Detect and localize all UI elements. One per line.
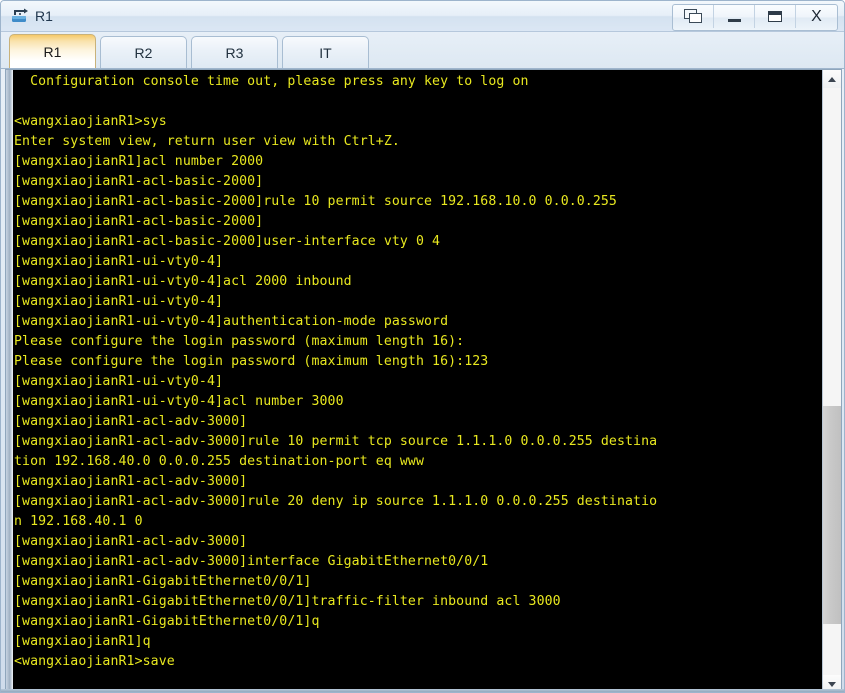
window-title: R1: [35, 8, 53, 24]
window-controls: X: [672, 4, 838, 31]
console-line: n 192.168.40.1 0: [14, 514, 143, 529]
console-line: Enter system view, return user view with…: [14, 134, 400, 149]
tab-strip: R1 R2 R3 IT: [1, 32, 844, 69]
scroll-up-button[interactable]: [823, 70, 841, 88]
console-line: [wangxiaojianR1-acl-basic-2000]: [14, 174, 264, 189]
console-line: <wangxiaojianR1>sys: [14, 114, 167, 129]
tab-label: IT: [319, 44, 332, 61]
maximize-icon: [768, 11, 782, 22]
tab-label: R1: [43, 43, 62, 60]
console-line: [wangxiaojianR1-GigabitEthernet0/0/1]tra…: [14, 594, 561, 609]
terminal-window: R1 X R1 R2 R3 IT Configuration console t…: [0, 0, 845, 693]
window-bottom-edge: [1, 689, 844, 692]
console-line: tion 192.168.40.0 0.0.0.255 destination-…: [14, 454, 425, 469]
tab-r1[interactable]: R1: [9, 34, 96, 68]
console-line: [wangxiaojianR1-acl-adv-3000]interface G…: [14, 554, 489, 569]
scroll-up-arrow-icon: [828, 76, 836, 82]
console-line: [wangxiaojianR1]acl number 2000: [14, 154, 264, 169]
console-line: Configuration console time out, please p…: [14, 74, 529, 89]
tab-label: R2: [134, 44, 153, 61]
console-line: <wangxiaojianR1>save: [14, 654, 175, 669]
console-line: [wangxiaojianR1-ui-vty0-4]authentication…: [14, 314, 449, 329]
console-line: [wangxiaojianR1-ui-vty0-4]acl number 300…: [14, 394, 344, 409]
console-left-bevel: [6, 70, 13, 692]
console-line: Please configure the login password (max…: [14, 334, 465, 349]
console-line: [wangxiaojianR1-acl-adv-3000]rule 20 den…: [14, 494, 658, 509]
terminal-console[interactable]: Configuration console time out, please p…: [5, 69, 842, 692]
maximize-button[interactable]: [755, 5, 796, 28]
tab-r3[interactable]: R3: [191, 36, 278, 68]
tab-label: R3: [225, 44, 244, 61]
console-line: [wangxiaojianR1-GigabitEthernet0/0/1]q: [14, 614, 320, 629]
console-line: [wangxiaojianR1-ui-vty0-4]: [14, 374, 224, 389]
console-line: [wangxiaojianR1-ui-vty0-4]acl 2000 inbou…: [14, 274, 352, 289]
title-bar: R1 X: [1, 1, 844, 32]
close-button[interactable]: X: [796, 5, 837, 28]
console-scrollbar[interactable]: [822, 70, 841, 692]
console-line: [wangxiaojianR1-acl-adv-3000]: [14, 414, 248, 429]
router-icon: [10, 7, 30, 25]
scroll-down-arrow-icon: [828, 681, 836, 687]
console-line: [wangxiaojianR1-GigabitEthernet0/0/1]: [14, 574, 312, 589]
console-line: [wangxiaojianR1-ui-vty0-4]: [14, 254, 224, 269]
console-line: [wangxiaojianR1-acl-basic-2000]: [14, 214, 264, 229]
console-line: [wangxiaojianR1-ui-vty0-4]: [14, 294, 224, 309]
console-output: Configuration console time out, please p…: [14, 72, 819, 692]
console-line: [wangxiaojianR1-acl-basic-2000]user-inte…: [14, 234, 441, 249]
scrollbar-thumb[interactable]: [823, 406, 841, 624]
tab-r2[interactable]: R2: [100, 36, 187, 68]
cascade-windows-icon: [683, 9, 703, 24]
console-line: [wangxiaojianR1-acl-adv-3000]: [14, 474, 248, 489]
restore-cascade-button[interactable]: [673, 5, 714, 28]
scrollbar-track[interactable]: [823, 88, 841, 675]
console-line: [wangxiaojianR1-acl-adv-3000]: [14, 534, 248, 549]
minimize-button[interactable]: [714, 5, 755, 28]
console-line: Please configure the login password (max…: [14, 354, 489, 369]
console-line: [wangxiaojianR1-acl-adv-3000]rule 10 per…: [14, 434, 658, 449]
console-line: [wangxiaojianR1-acl-basic-2000]rule 10 p…: [14, 194, 617, 209]
close-icon: X: [811, 7, 822, 25]
console-line: [wangxiaojianR1]q: [14, 634, 151, 649]
minimize-icon: [727, 18, 741, 22]
title-bar-left: R1: [10, 5, 53, 27]
tab-it[interactable]: IT: [282, 36, 369, 68]
